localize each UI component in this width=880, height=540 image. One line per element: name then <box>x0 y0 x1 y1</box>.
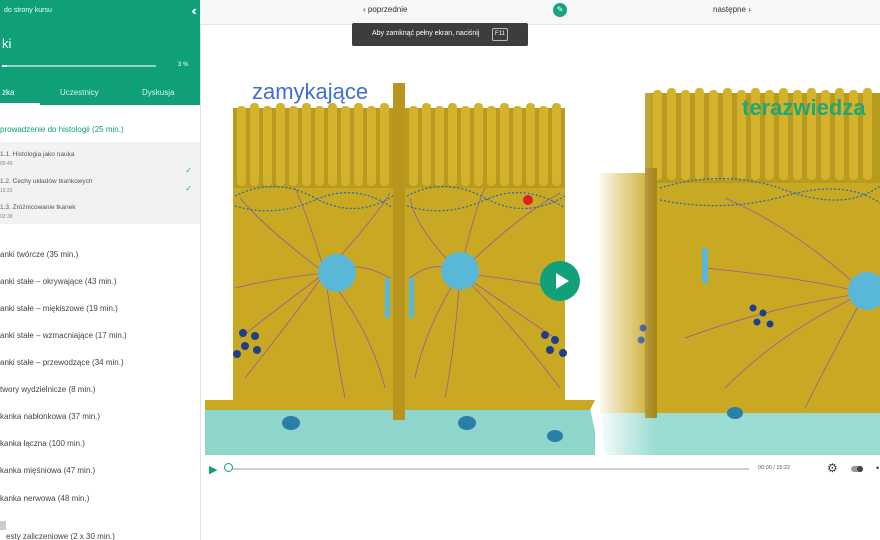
gear-icon[interactable]: ⚙ <box>827 461 838 475</box>
section-title: twory wydzielnicze (8 min.) <box>0 385 96 394</box>
fullscreen-exit-toast: Aby zamknąć pełny ekran, naciśnij F11 <box>352 23 528 46</box>
active-tab-indicator <box>0 103 40 105</box>
seek-handle[interactable] <box>224 463 233 472</box>
lesson-nav-bar: ‹ poprzednie ✎ następne › <box>200 0 880 25</box>
section-item[interactable]: kanka łączna (100 min.) <box>0 435 200 453</box>
back-to-course-link[interactable]: do strony kursu <box>4 7 52 14</box>
tab-lessons[interactable]: zka <box>2 88 14 97</box>
lesson-item[interactable]: 1.1. Histologia jako nauka 05:49 ✓ <box>0 151 200 175</box>
video-controls: ▶ 00:00 / 15:22 ⚙ • <box>205 456 880 482</box>
check-icon: ✓ <box>185 184 192 193</box>
pencil-icon[interactable]: ✎ <box>553 3 567 17</box>
video-caption-left: zamykające <box>252 79 369 104</box>
lesson-duration: 02:38 <box>0 214 13 220</box>
section-item[interactable]: twory wydzielnicze (8 min.) <box>0 381 200 399</box>
nucleus-left <box>318 254 356 292</box>
section-item[interactable]: kanka nabłonkowa (37 min.) <box>0 408 200 426</box>
lesson-item[interactable]: 1.2. Cechy układów tkankowych 15:22 ✓ <box>0 178 200 202</box>
volume-icon[interactable]: • <box>876 463 879 473</box>
section-item[interactable]: anki stałe – okrywające (43 min.) <box>0 273 200 291</box>
section-item[interactable]: anki twórcze (35 min.) <box>0 246 200 264</box>
lesson-title: 1.1. Histologia jako nauka <box>0 151 75 158</box>
video-player[interactable]: zamykające terazwiedza <box>205 78 880 455</box>
cell-junction <box>393 83 405 420</box>
play-icon <box>556 273 569 289</box>
seek-bar[interactable] <box>229 468 749 470</box>
section-open-title[interactable]: prowadzenie do histologii (25 min.) <box>0 125 124 134</box>
red-marker <box>523 195 533 205</box>
watermark-text: terazwiedza <box>742 95 866 120</box>
nucleus-middle <box>441 252 479 290</box>
tab-discussion[interactable]: Dyskusja <box>142 88 174 97</box>
epithelial-cell-middle <box>405 103 566 405</box>
autoplay-toggle[interactable] <box>851 466 863 472</box>
junction-plaque <box>385 278 390 318</box>
junction-plaque <box>409 278 414 318</box>
lesson-title: 1.2. Cechy układów tkankowych <box>0 178 93 185</box>
time-readout: 00:00 / 15:22 <box>758 465 791 471</box>
lesson-list: 1.1. Histologia jako nauka 05:49 ✓ 1.2. … <box>0 142 200 224</box>
section-title: anki stałe – przewodzące (34 min.) <box>0 358 124 367</box>
play-button[interactable] <box>540 261 580 301</box>
section-title: kanka nabłonkowa (37 min.) <box>0 412 101 421</box>
epithelial-cell-left <box>233 103 394 405</box>
epithelial-cell-right <box>595 78 880 455</box>
sidebar-tabs: zka Uczestnicy Dyskusja <box>0 84 200 105</box>
toast-key: F11 <box>492 28 508 41</box>
lesson-item[interactable]: 1.3. Zróżnicowanie tkanek 02:38 <box>0 204 200 228</box>
section-item[interactable]: kanka nerwowa (48 min.) <box>0 490 200 508</box>
section-title: anki stałe – miękiszowe (19 min.) <box>0 304 118 313</box>
section-title: kanka nerwowa (48 min.) <box>0 494 90 503</box>
lesson-title: 1.3. Zróżnicowanie tkanek <box>0 204 76 211</box>
section-item[interactable]: anki stałe – przewodzące (34 min.) <box>0 354 200 372</box>
section-title: anki twórcze (35 min.) <box>0 250 79 259</box>
course-progress-bar <box>2 65 156 67</box>
previous-lesson-link[interactable]: ‹ poprzednie <box>363 5 407 14</box>
next-lesson-link[interactable]: następne › <box>713 5 751 14</box>
course-progress-fill <box>2 65 7 67</box>
course-progress-label: 3 % <box>178 62 189 68</box>
section-title: kanka mięśniowa (47 min.) <box>0 466 96 475</box>
check-icon: ✓ <box>185 166 192 175</box>
section-item[interactable]: anki stałe – wzmacniające (17 min.) <box>0 327 200 345</box>
play-icon[interactable]: ▶ <box>209 463 217 476</box>
toast-text: Aby zamknąć pełny ekran, naciśnij <box>372 30 480 37</box>
sidebar-header: do strony kursu ‹‹ ki 3 % zka Uczestnicy… <box>0 0 200 105</box>
section-item[interactable]: anki stałe – miękiszowe (19 min.) <box>0 300 200 318</box>
section-item[interactable]: kanka mięśniowa (47 min.) <box>0 462 200 480</box>
course-sidebar: do strony kursu ‹‹ ki 3 % zka Uczestnicy… <box>0 0 201 540</box>
course-title: ki <box>2 36 12 51</box>
section-title: esty zaliczeniowe (2 x 30 min.) <box>6 532 115 540</box>
section-title: anki stałe – wzmacniające (17 min.) <box>0 331 127 340</box>
lesson-duration: 05:49 <box>0 161 13 167</box>
section-title: kanka łączna (100 min.) <box>0 439 85 448</box>
tab-participants[interactable]: Uczestnicy <box>60 88 99 97</box>
lesson-duration: 15:22 <box>0 188 13 194</box>
section-title: anki stałe – okrywające (43 min.) <box>0 277 117 286</box>
section-item[interactable]: esty zaliczeniowe (2 x 30 min.) <box>0 528 200 540</box>
double-chevron-left-icon[interactable]: ‹‹ <box>191 3 196 18</box>
